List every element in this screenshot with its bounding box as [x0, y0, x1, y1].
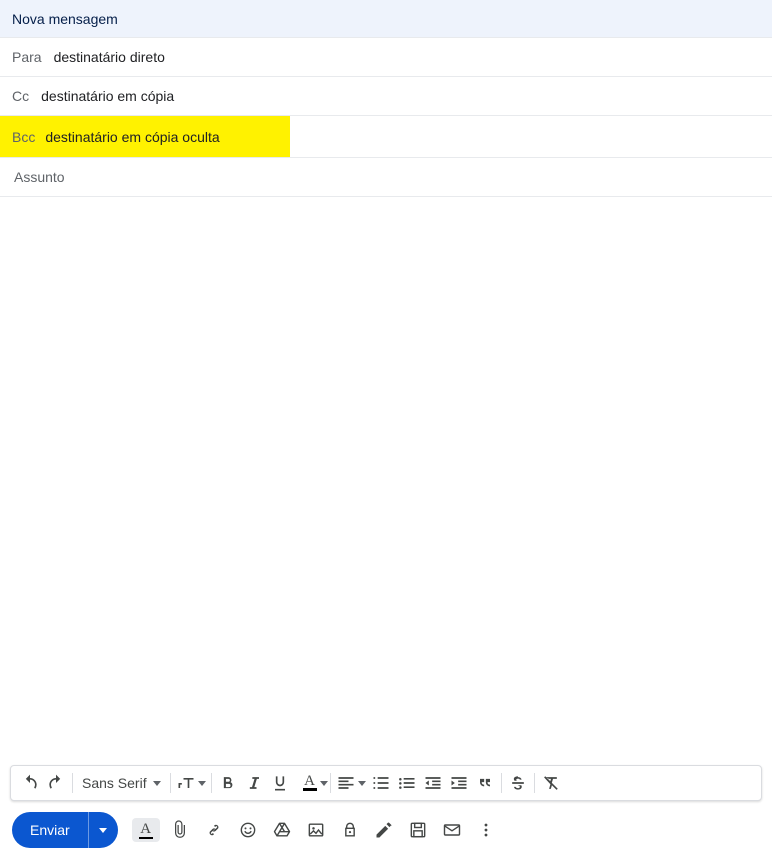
insert-emoji-button[interactable]	[234, 816, 262, 844]
numbered-list-icon	[371, 773, 391, 793]
confidential-mode-button[interactable]	[336, 816, 364, 844]
caret-down-icon	[198, 781, 206, 786]
bcc-highlight: Bcc destinatário em cópia oculta	[0, 116, 290, 157]
toolbar-separator	[534, 773, 535, 793]
italic-button[interactable]	[241, 769, 267, 797]
format-a-icon: A	[140, 822, 151, 836]
paperclip-icon	[170, 820, 190, 840]
indent-more-icon	[449, 773, 469, 793]
bulleted-list-button[interactable]	[394, 769, 420, 797]
bcc-label: Bcc	[12, 129, 35, 145]
text-color-icon: A	[304, 775, 315, 787]
align-button[interactable]	[334, 769, 368, 797]
undo-button[interactable]	[17, 769, 43, 797]
message-body[interactable]	[0, 197, 772, 765]
undo-icon	[20, 773, 40, 793]
toolbar-separator	[170, 773, 171, 793]
font-family-value: Sans Serif	[82, 775, 147, 791]
indent-less-button[interactable]	[420, 769, 446, 797]
insert-photo-button[interactable]	[302, 816, 330, 844]
subject-input[interactable]	[12, 168, 760, 186]
numbered-list-button[interactable]	[368, 769, 394, 797]
redo-button[interactable]	[43, 769, 69, 797]
toolbar-separator	[330, 773, 331, 793]
indent-less-icon	[423, 773, 443, 793]
send-more-button[interactable]	[88, 812, 118, 848]
indent-more-button[interactable]	[446, 769, 472, 797]
cc-label: Cc	[12, 88, 29, 104]
bold-button[interactable]	[215, 769, 241, 797]
cc-row[interactable]: Cc	[0, 77, 772, 116]
bottom-icons: A	[132, 816, 500, 844]
toolbar-separator	[211, 773, 212, 793]
send-label: Enviar	[30, 822, 70, 838]
cc-input[interactable]	[39, 87, 760, 105]
caret-down-icon	[153, 781, 161, 786]
font-size-button[interactable]	[174, 769, 208, 797]
toolbar-separator	[72, 773, 73, 793]
image-icon	[306, 820, 326, 840]
send-group: Enviar	[12, 812, 118, 848]
strikethrough-icon	[508, 773, 528, 793]
select-contacts-button[interactable]	[438, 816, 466, 844]
insert-signature-button[interactable]	[370, 816, 398, 844]
quote-button[interactable]	[472, 769, 498, 797]
underline-button[interactable]	[267, 769, 293, 797]
italic-icon	[244, 773, 264, 793]
save-icon	[408, 820, 428, 840]
drive-icon	[272, 820, 292, 840]
insert-drive-button[interactable]	[268, 816, 296, 844]
to-label: Para	[12, 49, 42, 65]
remove-format-icon	[541, 773, 561, 793]
align-left-icon	[336, 773, 356, 793]
pen-icon	[374, 820, 394, 840]
underline-icon	[270, 773, 290, 793]
send-button[interactable]: Enviar	[12, 812, 88, 848]
more-options-button[interactable]	[472, 816, 500, 844]
text-color-button[interactable]: A	[293, 769, 327, 797]
bold-icon	[218, 773, 238, 793]
more-vert-icon	[476, 820, 496, 840]
redo-icon	[46, 773, 66, 793]
emoji-icon	[238, 820, 258, 840]
remove-format-button[interactable]	[538, 769, 564, 797]
quote-icon	[475, 773, 495, 793]
compose-title: Nova mensagem	[12, 11, 118, 27]
to-input[interactable]	[52, 48, 760, 66]
font-size-icon	[176, 773, 196, 793]
to-row[interactable]: Para	[0, 38, 772, 77]
envelope-icon	[442, 820, 462, 840]
bottom-bar: Enviar A	[0, 807, 772, 853]
compose-header: Nova mensagem	[0, 0, 772, 38]
link-icon	[204, 820, 224, 840]
format-toolbar: Sans Serif A	[10, 765, 762, 801]
bcc-value-text: destinatário em cópia oculta	[45, 129, 219, 145]
bcc-row[interactable]: Bcc destinatário em cópia oculta	[0, 116, 772, 158]
attach-file-button[interactable]	[166, 816, 194, 844]
bulleted-list-icon	[397, 773, 417, 793]
caret-down-icon	[320, 781, 328, 786]
lock-clock-icon	[340, 820, 360, 840]
insert-link-button[interactable]	[200, 816, 228, 844]
strikethrough-button[interactable]	[505, 769, 531, 797]
toolbar-separator	[501, 773, 502, 793]
caret-down-icon	[358, 781, 366, 786]
formatting-options-button[interactable]: A	[132, 818, 160, 842]
font-family-select[interactable]: Sans Serif	[76, 769, 167, 797]
subject-row[interactable]	[0, 158, 772, 197]
caret-down-icon	[99, 828, 107, 833]
save-button[interactable]	[404, 816, 432, 844]
